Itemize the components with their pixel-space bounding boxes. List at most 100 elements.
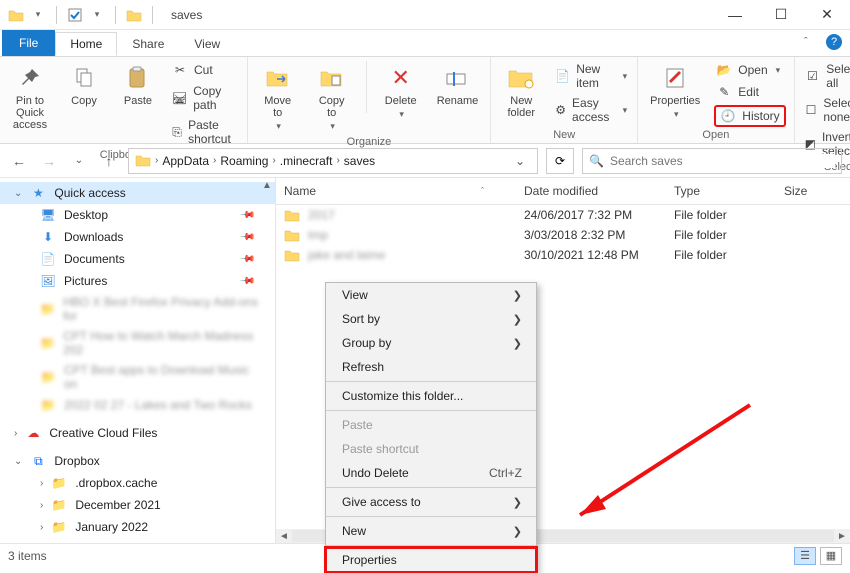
column-date[interactable]: Date modified (524, 182, 674, 200)
move-to-button[interactable]: Move to▾ (256, 61, 300, 134)
sidebar-item-quick-access[interactable]: ⌄ ★ Quick access (0, 182, 275, 204)
pin-to-quick-access-button[interactable]: Pin to Quick access (8, 61, 52, 133)
ctx-properties[interactable]: Properties (326, 548, 536, 572)
open-button[interactable]: 📂Open▾ (714, 61, 785, 79)
recent-locations-button[interactable]: ⌄ (68, 150, 90, 172)
sidebar-item-downloads[interactable]: ⬇Downloads📌 (0, 226, 275, 248)
maximize-button[interactable]: ☐ (758, 0, 804, 30)
minimize-button[interactable]: ― (712, 0, 758, 30)
copy-button[interactable]: Copy (62, 61, 106, 109)
scroll-right-icon[interactable]: ► (834, 531, 850, 542)
sidebar-item-dropbox[interactable]: ⌄⧉Dropbox (0, 450, 275, 472)
sidebar-item-december-2021[interactable]: ›📁December 2021 (0, 494, 275, 516)
paste-button[interactable]: Paste (116, 61, 160, 109)
forward-button[interactable]: → (38, 150, 60, 172)
chevron-right-icon[interactable]: › (40, 500, 43, 511)
folder-icon: 📁 (40, 301, 55, 317)
tab-home[interactable]: Home (55, 32, 117, 56)
properties-button[interactable]: Properties▾ (646, 61, 704, 122)
folder-icon (284, 248, 300, 262)
edit-button[interactable]: ✎Edit (714, 83, 785, 101)
sidebar-item-dropbox-cache[interactable]: ›📁.dropbox.cache (0, 472, 275, 494)
breadcrumb-segment[interactable]: Roaming› (220, 154, 275, 168)
navigation-pane[interactable]: ⌄ ★ Quick access 🖥Desktop📌 ⬇Downloads📌 📄… (0, 178, 276, 543)
history-button[interactable]: 🕘History (714, 105, 785, 127)
ctx-group-by[interactable]: Group by❯ (326, 331, 536, 355)
help-icon[interactable]: ? (826, 34, 842, 50)
nav-scrollbar[interactable]: ▲ (261, 180, 273, 191)
delete-icon: ✕ (386, 63, 416, 93)
search-input[interactable] (610, 154, 835, 168)
folder-icon: 📁 (40, 335, 55, 351)
sidebar-item-recent[interactable]: 📁CPT How to Watch March Madness 202 (0, 326, 275, 360)
checkbox-icon[interactable] (67, 7, 83, 23)
address-dropdown-button[interactable]: ⌄ (509, 154, 531, 168)
tab-share[interactable]: Share (117, 32, 179, 56)
chevron-down-icon[interactable]: ⌄ (14, 188, 22, 199)
sidebar-item-pictures[interactable]: 🖼Pictures📌 (0, 270, 275, 292)
rename-button[interactable]: Rename (433, 61, 483, 109)
ctx-paste: Paste (326, 413, 536, 437)
chevron-down-icon[interactable]: ⌄ (14, 456, 22, 467)
ctx-view[interactable]: View❯ (326, 283, 536, 307)
search-box[interactable]: 🔍 (582, 148, 842, 174)
title-bar: ▾ ▾ saves ― ☐ ✕ (0, 0, 850, 30)
column-headers[interactable]: Nameˆ Date modified Type Size (276, 178, 850, 205)
chevron-right-icon[interactable]: › (155, 155, 158, 166)
ctx-undo-delete[interactable]: Undo DeleteCtrl+Z (326, 461, 536, 485)
chevron-right-icon[interactable]: › (40, 478, 43, 489)
pin-icon: 📌 (238, 251, 255, 268)
column-name[interactable]: Nameˆ (284, 182, 524, 200)
sidebar-item-creative-cloud[interactable]: ›☁Creative Cloud Files (0, 422, 275, 444)
dropdown-icon[interactable]: ▾ (89, 7, 105, 23)
new-folder-button[interactable]: New folder (499, 61, 543, 121)
chevron-right-icon[interactable]: › (40, 522, 43, 533)
breadcrumb-segment[interactable]: saves (344, 154, 375, 168)
up-button[interactable]: ↑ (98, 150, 120, 172)
ctx-give-access[interactable]: Give access to❯ (326, 490, 536, 514)
history-icon: 🕘 (720, 108, 736, 124)
breadcrumb[interactable]: › AppData› Roaming› .minecraft› saves ⌄ (128, 148, 538, 174)
ctx-new[interactable]: New❯ (326, 519, 536, 543)
column-size[interactable]: Size (784, 182, 844, 200)
address-bar-row: ← → ⌄ ↑ › AppData› Roaming› .minecraft› … (0, 144, 850, 178)
ctx-customize[interactable]: Customize this folder... (326, 384, 536, 408)
breadcrumb-segment[interactable]: AppData› (162, 154, 216, 168)
tab-file[interactable]: File (2, 30, 55, 56)
folder-icon: 📁 (40, 397, 56, 413)
breadcrumb-segment[interactable]: .minecraft› (280, 154, 340, 168)
sidebar-item-recent[interactable]: 📁2022 02 27 - Lakes and Two Rocks (0, 394, 275, 416)
details-view-button[interactable]: ☰ (794, 547, 816, 565)
back-button[interactable]: ← (8, 150, 30, 172)
chevron-up-icon[interactable]: ˆ (804, 36, 816, 48)
sidebar-item-documents[interactable]: 📄Documents📌 (0, 248, 275, 270)
refresh-button[interactable]: ⟳ (546, 148, 574, 174)
column-type[interactable]: Type (674, 182, 784, 200)
sidebar-item-desktop[interactable]: 🖥Desktop📌 (0, 204, 275, 226)
chevron-right-icon[interactable]: › (14, 428, 17, 439)
easy-access-button[interactable]: ⚙Easy access▾ (553, 95, 629, 125)
select-all-button[interactable]: ☑Select all (803, 61, 850, 91)
copy-to-button[interactable]: Copy to▾ (310, 61, 354, 134)
table-row[interactable]: jake and laime 30/10/2021 12:48 PM File … (276, 245, 850, 265)
table-row[interactable]: 2017 24/06/2017 7:32 PM File folder (276, 205, 850, 225)
paste-shortcut-button[interactable]: ⎘Paste shortcut (170, 117, 239, 147)
new-item-button[interactable]: 📄New item▾ (553, 61, 629, 91)
sidebar-item-recent[interactable]: 📁HBO X Best Firefox Privacy Add-ons for (0, 292, 275, 326)
sidebar-item-recent[interactable]: 📁CPT Best apps to Download Music on (0, 360, 275, 394)
ctx-sort-by[interactable]: Sort by❯ (326, 307, 536, 331)
ctx-paste-shortcut: Paste shortcut (326, 437, 536, 461)
cut-button[interactable]: ✂Cut (170, 61, 239, 79)
large-icons-view-button[interactable]: ▦ (820, 547, 842, 565)
copy-path-button[interactable]: 🛤Copy path (170, 83, 239, 113)
sidebar-item-january-2022[interactable]: ›📁January 2022 (0, 516, 275, 538)
select-none-button[interactable]: ☐Select none (803, 95, 850, 125)
table-row[interactable]: tmp 3/03/2018 2:32 PM File folder (276, 225, 850, 245)
close-button[interactable]: ✕ (804, 0, 850, 30)
dropdown-icon[interactable]: ▾ (30, 7, 46, 23)
tab-view[interactable]: View (179, 32, 235, 56)
delete-button[interactable]: ✕ Delete▾ (379, 61, 423, 122)
scroll-left-icon[interactable]: ◄ (276, 531, 292, 542)
ctx-refresh[interactable]: Refresh (326, 355, 536, 379)
scissors-icon: ✂ (172, 62, 188, 78)
